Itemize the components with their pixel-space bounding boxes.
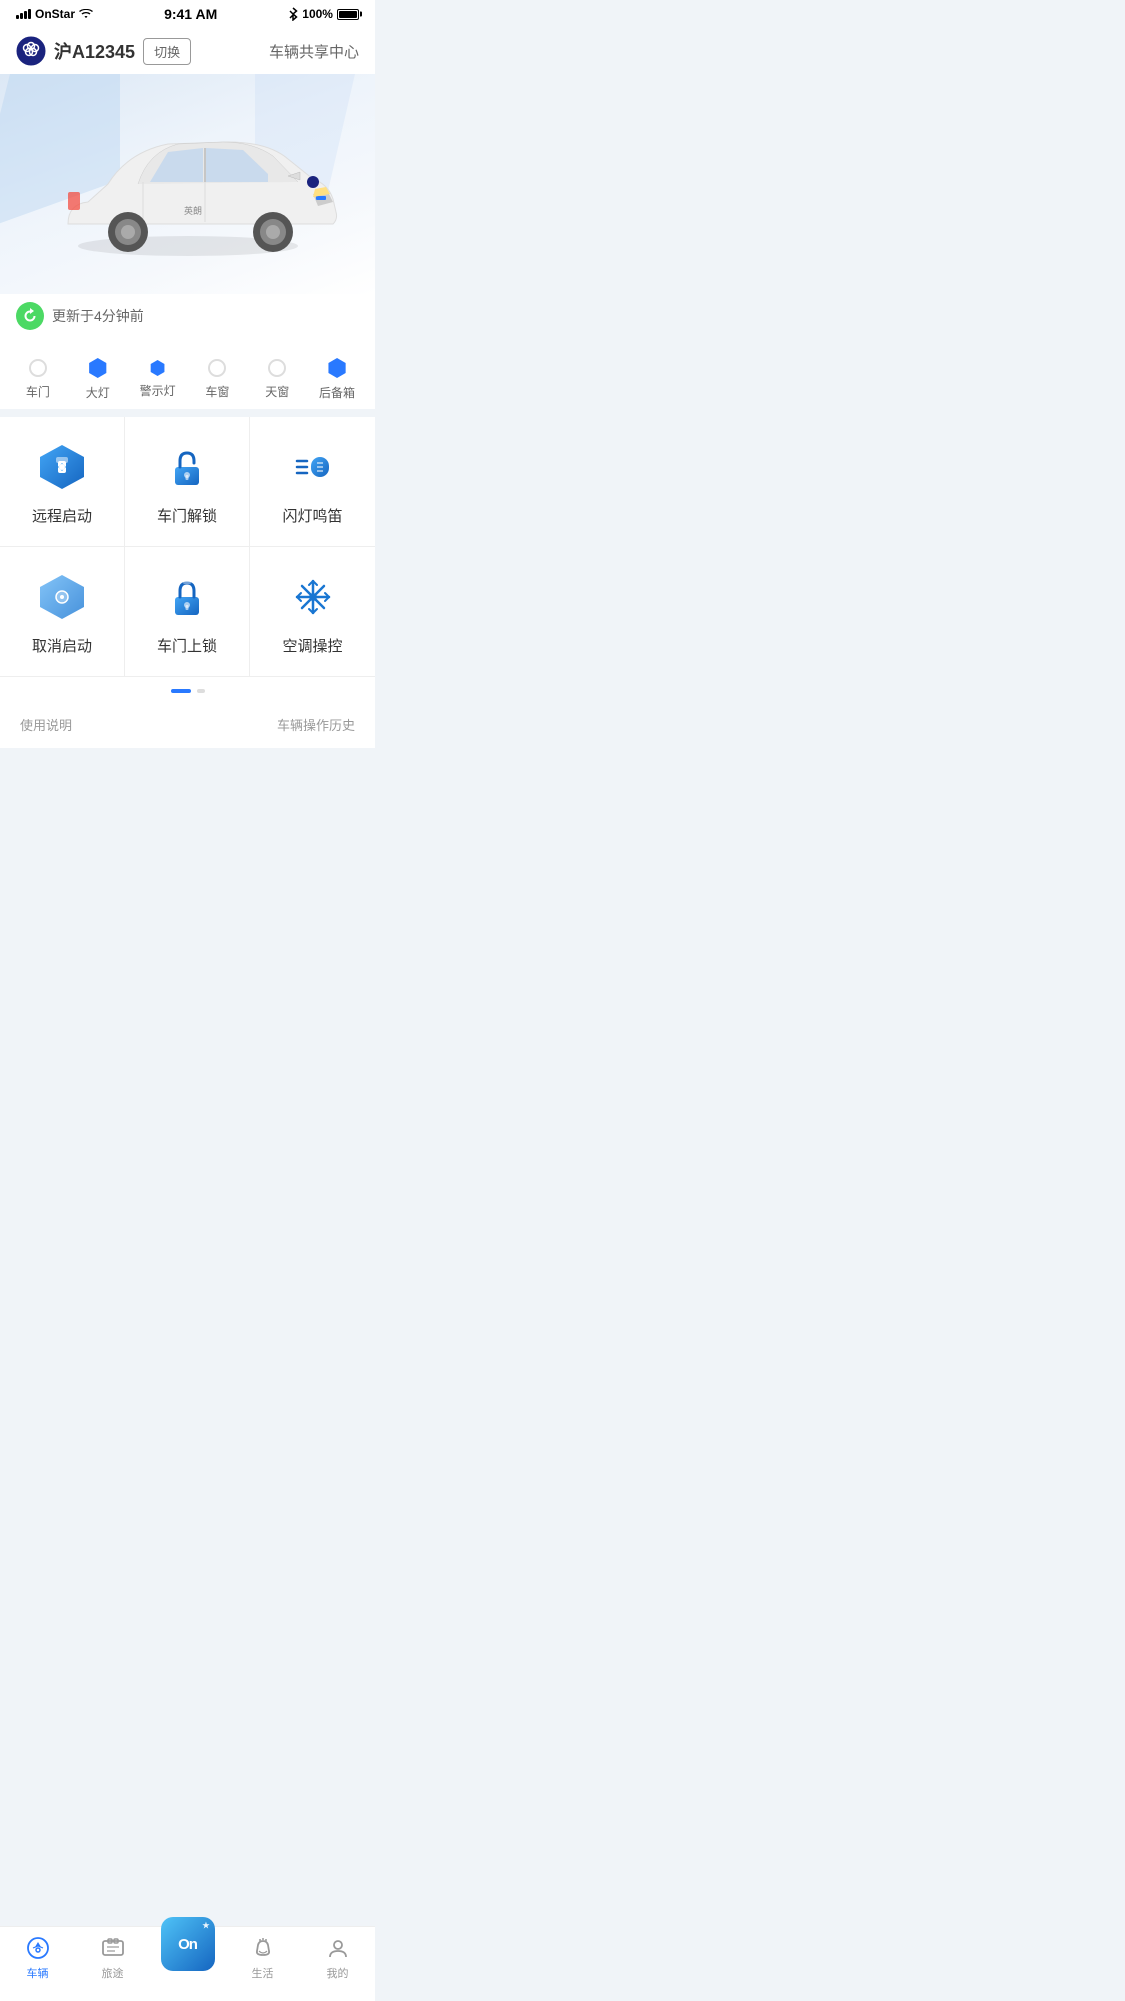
vehicle-status-icons: 车门 大灯 警示灯 车窗 天窗 后备箱 bbox=[0, 342, 375, 409]
bluetooth-icon bbox=[288, 7, 298, 21]
car-image: 英朗 bbox=[28, 84, 348, 264]
plate-number: 沪A12345 bbox=[54, 38, 135, 64]
carrier-label: OnStar bbox=[35, 7, 75, 21]
nav-life-label: 生活 bbox=[252, 1965, 274, 1981]
door-indicator bbox=[29, 359, 47, 377]
page-dot-1[interactable] bbox=[171, 689, 191, 693]
sunroof-indicator bbox=[268, 359, 286, 377]
door-lock-cell[interactable]: 车门上锁 bbox=[125, 547, 250, 676]
door-unlock-cell[interactable]: 车门解锁 bbox=[125, 417, 250, 547]
onstar-label: On bbox=[178, 1936, 197, 1953]
window-label: 车窗 bbox=[205, 383, 229, 400]
hazard-indicator bbox=[150, 360, 166, 376]
car-hero-section: 英朗 bbox=[0, 74, 375, 294]
nav-vehicle[interactable]: 车辆 bbox=[0, 1935, 75, 1981]
status-bar: OnStar 9:41 AM 100% bbox=[0, 0, 375, 26]
page-dot-2[interactable] bbox=[197, 689, 205, 693]
nav-profile-label: 我的 bbox=[327, 1965, 349, 1981]
sunroof-label: 天窗 bbox=[265, 383, 289, 400]
bottom-navigation: 车辆 旅途 On bbox=[0, 1926, 375, 2001]
profile-nav-icon bbox=[325, 1935, 351, 1961]
hazard-label: 警示灯 bbox=[140, 382, 176, 399]
headlight-indicator bbox=[88, 358, 108, 378]
app-header: 沪A12345 切换 车辆共享中心 bbox=[0, 26, 375, 74]
switch-button[interactable]: 切换 bbox=[143, 38, 191, 65]
nav-onstar[interactable]: On bbox=[150, 1937, 225, 1979]
ac-control-cell[interactable]: 空调操控 bbox=[250, 547, 375, 676]
nav-trip[interactable]: 旅途 bbox=[75, 1935, 150, 1981]
trunk-label: 后备箱 bbox=[319, 384, 355, 401]
manual-link[interactable]: 使用说明 bbox=[20, 715, 72, 734]
car-nav-icon bbox=[25, 1935, 51, 1961]
car-illustration: 英朗 bbox=[28, 84, 348, 264]
status-sunroof[interactable]: 天窗 bbox=[247, 359, 307, 400]
update-text: 更新于4分钟前 bbox=[52, 306, 144, 326]
battery-percent: 100% bbox=[302, 7, 333, 21]
remote-start-label: 远程启动 bbox=[32, 505, 92, 526]
status-time: 9:41 AM bbox=[164, 6, 217, 22]
door-label: 车门 bbox=[26, 383, 50, 400]
vehicle-selector: 沪A12345 切换 bbox=[16, 36, 191, 66]
headlight-label: 大灯 bbox=[86, 384, 110, 401]
status-hazard[interactable]: 警示灯 bbox=[128, 360, 188, 399]
flash-horn-cell[interactable]: 闪灯鸣笛 bbox=[250, 417, 375, 547]
section-divider-1 bbox=[0, 409, 375, 417]
remote-start-icon bbox=[36, 441, 88, 493]
door-lock-label: 车门上锁 bbox=[157, 635, 217, 656]
refresh-icon[interactable] bbox=[16, 302, 44, 330]
battery-icon bbox=[337, 9, 359, 20]
ac-control-label: 空调操控 bbox=[282, 635, 342, 656]
cancel-start-label: 取消启动 bbox=[32, 635, 92, 656]
cancel-start-icon bbox=[36, 571, 88, 623]
status-right: 100% bbox=[288, 7, 359, 21]
trunk-indicator bbox=[327, 358, 347, 378]
footer-links: 使用说明 车辆操作历史 bbox=[0, 701, 375, 748]
signal-bars bbox=[16, 9, 31, 19]
nav-trip-label: 旅途 bbox=[102, 1965, 124, 1981]
status-trunk[interactable]: 后备箱 bbox=[307, 358, 367, 401]
nav-life[interactable]: 生活 bbox=[225, 1935, 300, 1981]
nav-profile[interactable]: 我的 bbox=[300, 1935, 375, 1981]
history-link[interactable]: 车辆操作历史 bbox=[277, 715, 355, 734]
onstar-center-button[interactable]: On bbox=[161, 1917, 215, 1971]
door-lock-icon bbox=[161, 571, 213, 623]
status-left: OnStar bbox=[16, 7, 93, 21]
cancel-start-cell[interactable]: 取消启动 bbox=[0, 547, 125, 676]
wifi-icon bbox=[79, 9, 93, 20]
status-window[interactable]: 车窗 bbox=[187, 359, 247, 400]
buick-logo bbox=[16, 36, 46, 66]
svg-text:英朗: 英朗 bbox=[183, 205, 201, 216]
ac-control-icon bbox=[287, 571, 339, 623]
life-nav-icon bbox=[250, 1935, 276, 1961]
grid-pagination bbox=[0, 677, 375, 701]
flash-horn-label: 闪灯鸣笛 bbox=[282, 505, 342, 526]
share-center-link[interactable]: 车辆共享中心 bbox=[269, 41, 359, 62]
flash-horn-icon bbox=[287, 441, 339, 493]
door-unlock-label: 车门解锁 bbox=[157, 505, 217, 526]
door-unlock-icon bbox=[161, 441, 213, 493]
remote-start-cell[interactable]: 远程启动 bbox=[0, 417, 125, 547]
control-grid: 远程启动 bbox=[0, 417, 375, 677]
status-door[interactable]: 车门 bbox=[8, 359, 68, 400]
trip-nav-icon bbox=[100, 1935, 126, 1961]
update-status: 更新于4分钟前 bbox=[0, 294, 375, 342]
status-headlight[interactable]: 大灯 bbox=[68, 358, 128, 401]
window-indicator bbox=[208, 359, 226, 377]
nav-vehicle-label: 车辆 bbox=[27, 1965, 49, 1981]
